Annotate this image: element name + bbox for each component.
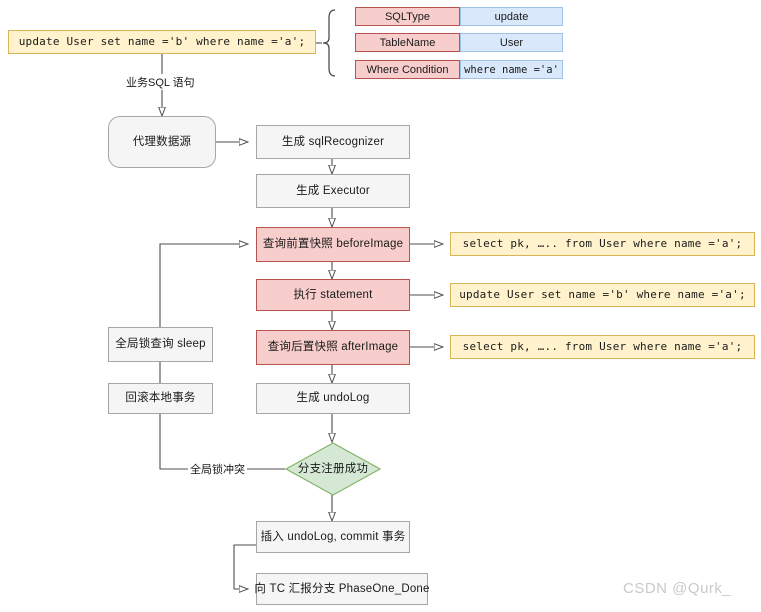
sql-box-before-image: select pk, ….. from User where name ='a'… — [450, 232, 755, 256]
node-generate-sqlrecognizer: 生成 sqlRecognizer — [256, 125, 410, 159]
edge-label-biz-sql: 业务SQL 语句 — [124, 74, 197, 90]
sql-box-statement: update User set name ='b' where name ='a… — [450, 283, 755, 307]
flowchart-canvas: update User set name ='b' where name ='a… — [0, 0, 761, 612]
parse-row-0-value: update — [460, 7, 563, 26]
parse-row-2-value: where name ='a' — [460, 60, 563, 79]
node-global-lock-query-sleep-label: 全局锁查询 sleep — [115, 338, 206, 351]
node-report-phaseone-done-label: 向 TC 汇报分支 PhaseOne_Done — [254, 582, 430, 595]
node-rollback-local-transaction: 回滚本地事务 — [108, 383, 213, 414]
node-execute-statement-label: 执行 statement — [293, 288, 373, 301]
node-generate-sqlrecognizer-label: 生成 sqlRecognizer — [281, 135, 385, 148]
parse-row-0-key-text: SQLType — [384, 10, 431, 23]
input-sql-text: update User set name ='b' where name ='a… — [18, 35, 306, 49]
node-global-lock-query-sleep: 全局锁查询 sleep — [108, 327, 213, 362]
node-execute-statement: 执行 statement — [256, 279, 410, 311]
edge-label-lock-clash: 全局锁冲突 — [188, 461, 247, 477]
node-rollback-local-transaction-label: 回滚本地事务 — [125, 392, 196, 405]
node-before-image-label: 查询前置快照 beforeImage — [262, 238, 404, 251]
node-generate-executor-label: 生成 Executor — [296, 184, 370, 197]
node-generate-executor: 生成 Executor — [256, 174, 410, 208]
node-after-image: 查询后置快照 afterImage — [256, 330, 410, 365]
node-report-phaseone-done: 向 TC 汇报分支 PhaseOne_Done — [254, 573, 430, 605]
parse-row-2-key: Where Condition — [355, 60, 460, 79]
node-generate-undolog-label: 生成 undoLog — [296, 392, 370, 405]
node-proxy-datasource-label: 代理数据源 — [132, 135, 192, 148]
parse-row-0-key: SQLType — [355, 7, 460, 26]
parse-row-1-key-text: TableName — [379, 36, 436, 49]
node-generate-undolog: 生成 undoLog — [256, 383, 410, 414]
node-insert-undolog-commit-label: 插入 undoLog, commit 事务 — [260, 530, 406, 543]
node-branch-register-success-label: 分支注册成功 — [297, 462, 369, 475]
sql-box-before-image-text: select pk, ….. from User where name ='a'… — [462, 237, 743, 251]
node-after-image-label: 查询后置快照 afterImage — [267, 341, 399, 354]
parse-row-2-key-text: Where Condition — [366, 63, 449, 76]
watermark: CSDN @Qurk_ — [623, 580, 731, 597]
watermark-text: CSDN @Qurk_ — [623, 580, 732, 597]
parse-row-1-key: TableName — [355, 33, 460, 52]
sql-box-after-image: select pk, ….. from User where name ='a'… — [450, 335, 755, 359]
node-proxy-datasource: 代理数据源 — [108, 116, 216, 168]
node-before-image: 查询前置快照 beforeImage — [256, 227, 410, 262]
node-branch-register-success: 分支注册成功 — [285, 442, 381, 496]
parse-row-0-value-text: update — [494, 10, 529, 23]
input-sql-box: update User set name ='b' where name ='a… — [8, 30, 316, 54]
node-insert-undolog-commit: 插入 undoLog, commit 事务 — [256, 521, 410, 553]
sql-box-after-image-text: select pk, ….. from User where name ='a'… — [462, 340, 743, 354]
parse-row-2-value-text: where name ='a' — [464, 63, 559, 76]
edge-label-biz-sql-text: 业务SQL 语句 — [126, 77, 195, 89]
sql-box-statement-text: update User set name ='b' where name ='a… — [459, 288, 746, 302]
edge-label-lock-clash-text: 全局锁冲突 — [190, 464, 245, 476]
parse-row-1-value: User — [460, 33, 563, 52]
parse-row-1-value-text: User — [499, 36, 524, 49]
